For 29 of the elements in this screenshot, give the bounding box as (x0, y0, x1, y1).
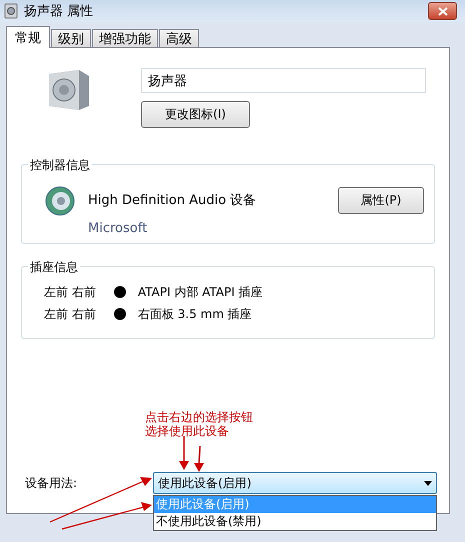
vendor-name: Microsoft (88, 221, 148, 236)
annotation-text: 点击右边的选择按钮 (145, 410, 253, 424)
usage-dropdown[interactable]: 使用此设备(启用) (153, 472, 438, 494)
change-icon-button[interactable]: 更改图标(I) (141, 101, 250, 128)
properties-button[interactable]: 属性(P) (338, 187, 424, 214)
group-title: 控制器信息 (28, 157, 92, 174)
annotation-arrow (194, 446, 204, 472)
tab[interactable]: 增强功能 (92, 29, 158, 47)
close-icon (438, 6, 448, 16)
speaker-icon (44, 185, 76, 217)
jack-label: ATAPI 内部 ATAPI 插座 (138, 284, 263, 300)
window-title: 扬声器 属性 (24, 3, 94, 20)
group-title: 插座信息 (28, 259, 80, 276)
jack-label: 右面板 3.5 mm 插座 (138, 306, 252, 322)
name-field[interactable]: 扬声器 (141, 68, 426, 93)
speaker-icon (47, 68, 91, 112)
tab[interactable]: 常规 (6, 26, 50, 48)
channel-label: 左前 右前 (44, 284, 96, 300)
device-usage-label: 设备用法: (25, 474, 78, 492)
tab[interactable]: 级别 (51, 29, 91, 47)
dropdown-option[interactable]: 不使用此设备(禁用) (154, 513, 436, 530)
annotation-arrow (179, 436, 189, 470)
dropdown-arrow-icon (424, 480, 432, 486)
device-name: High Definition Audio 设备 (88, 192, 258, 209)
close-button[interactable] (428, 2, 457, 20)
tab[interactable]: 高级 (159, 29, 199, 47)
speaker-icon (4, 3, 18, 19)
channel-label: 左前 右前 (44, 306, 96, 322)
annotation-text: 选择使用此设备 (145, 424, 230, 438)
